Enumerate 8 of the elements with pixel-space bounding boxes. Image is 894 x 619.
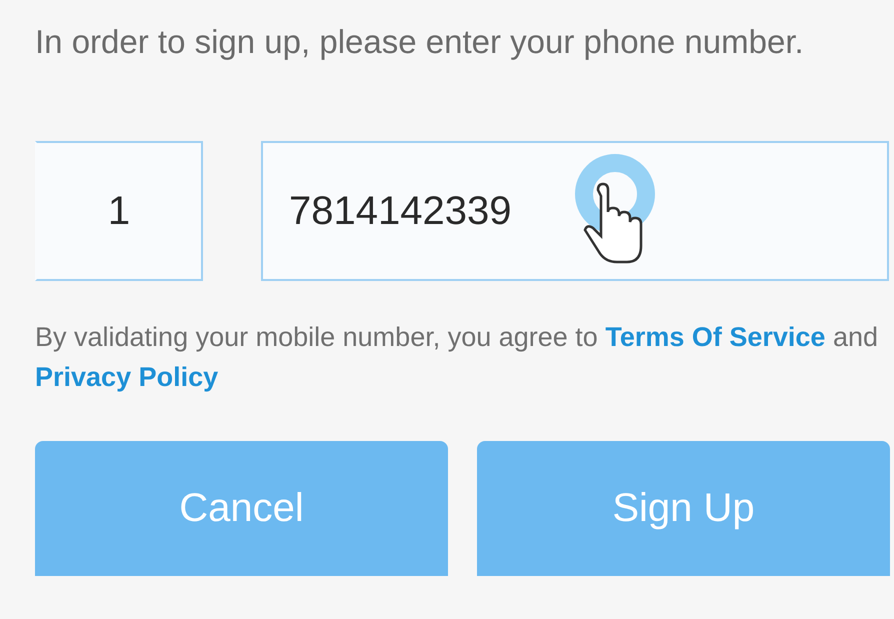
- policy-link[interactable]: Privacy Policy: [35, 362, 218, 392]
- policy-link[interactable]: Terms Of Service: [605, 322, 826, 352]
- instruction-text: In order to sign up, please enter your phone number.: [35, 22, 805, 62]
- terms-notice: By validating your mobile number, you agree to Terms Of Service and Privacy Policy: [35, 321, 880, 394]
- phone-number-field[interactable]: 7814142339: [261, 141, 889, 281]
- country-code-field[interactable]: 1: [35, 141, 203, 281]
- sign-up-button[interactable]: Sign Up: [477, 441, 890, 576]
- cancel-button[interactable]: Cancel: [35, 441, 448, 576]
